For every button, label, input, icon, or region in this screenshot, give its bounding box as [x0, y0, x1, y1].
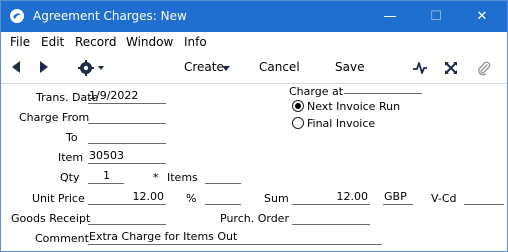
goods-receipt-label: Goods Receipt — [11, 212, 91, 225]
radio-final-invoice-label[interactable]: Final Invoice — [307, 117, 375, 130]
agreement-charges-window: Agreement Charges: New — ☐ ✕ File Edit R… — [0, 0, 508, 252]
items-field[interactable] — [205, 169, 241, 184]
menu-file[interactable]: File — [10, 35, 30, 49]
unit-price-label: Unit Price — [32, 192, 85, 205]
expand-icon[interactable] — [443, 60, 459, 76]
qty-label: Qty — [60, 171, 80, 184]
comment-label: Comment — [35, 232, 89, 245]
toolbar: Create Cancel Save — [1, 52, 507, 84]
currency-field[interactable]: GBP — [383, 190, 413, 205]
window-title: Agreement Charges: New — [33, 9, 187, 23]
title-bar: Agreement Charges: New — ☐ ✕ — [1, 1, 507, 32]
charge-from-label: Charge From — [19, 111, 90, 124]
minimize-button[interactable]: — — [367, 1, 413, 32]
gear-icon[interactable] — [77, 59, 105, 77]
menu-record[interactable]: Record — [75, 35, 116, 49]
chevron-down-icon[interactable] — [222, 66, 230, 71]
sum-label: Sum — [264, 192, 289, 205]
sum-field[interactable]: 12.00 — [292, 190, 370, 205]
vcd-field[interactable] — [464, 190, 504, 205]
comment-field[interactable]: Extra Charge for Items Out — [88, 230, 382, 245]
goods-receipt-field[interactable] — [88, 210, 166, 225]
charge-from-field[interactable] — [88, 109, 166, 124]
radio-final-invoice[interactable] — [292, 117, 304, 129]
charge-at-label: Charge at — [289, 85, 344, 98]
multiply-star-label: * — [153, 171, 159, 184]
to-field[interactable] — [88, 129, 166, 144]
percent-label: % — [186, 192, 197, 205]
menu-info[interactable]: Info — [184, 35, 207, 49]
menu-edit[interactable]: Edit — [41, 35, 64, 49]
vcd-label: V-Cd — [431, 192, 457, 205]
attachment-icon[interactable] — [476, 60, 492, 76]
close-button[interactable]: ✕ — [459, 1, 505, 32]
create-button[interactable]: Create — [184, 60, 224, 74]
maximize-button[interactable]: ☐ — [413, 1, 459, 32]
purch-order-label: Purch. Order — [220, 212, 289, 225]
item-label: Item — [58, 151, 84, 164]
percent-field[interactable] — [205, 190, 241, 205]
item-field[interactable]: 30503 — [88, 149, 166, 164]
items-label: Items — [167, 171, 198, 184]
save-button[interactable]: Save — [335, 60, 364, 74]
trans-date-field[interactable]: 1/9/2022 — [88, 89, 166, 104]
activity-icon[interactable] — [412, 60, 428, 76]
to-label: To — [66, 131, 78, 144]
app-logo-icon — [10, 9, 24, 23]
cancel-button[interactable]: Cancel — [259, 60, 300, 74]
charge-at-underline — [344, 93, 422, 94]
unit-price-field[interactable]: 12.00 — [88, 190, 166, 205]
purch-order-field[interactable] — [292, 210, 370, 225]
menu-bar: File Edit Record Window Info — [1, 32, 507, 52]
qty-field[interactable]: 1 — [88, 169, 124, 184]
radio-next-invoice-run[interactable] — [292, 100, 304, 112]
menu-window[interactable]: Window — [126, 35, 173, 49]
radio-next-invoice-run-label[interactable]: Next Invoice Run — [307, 100, 400, 113]
previous-record-icon[interactable] — [12, 61, 20, 73]
next-record-icon[interactable] — [40, 61, 48, 73]
